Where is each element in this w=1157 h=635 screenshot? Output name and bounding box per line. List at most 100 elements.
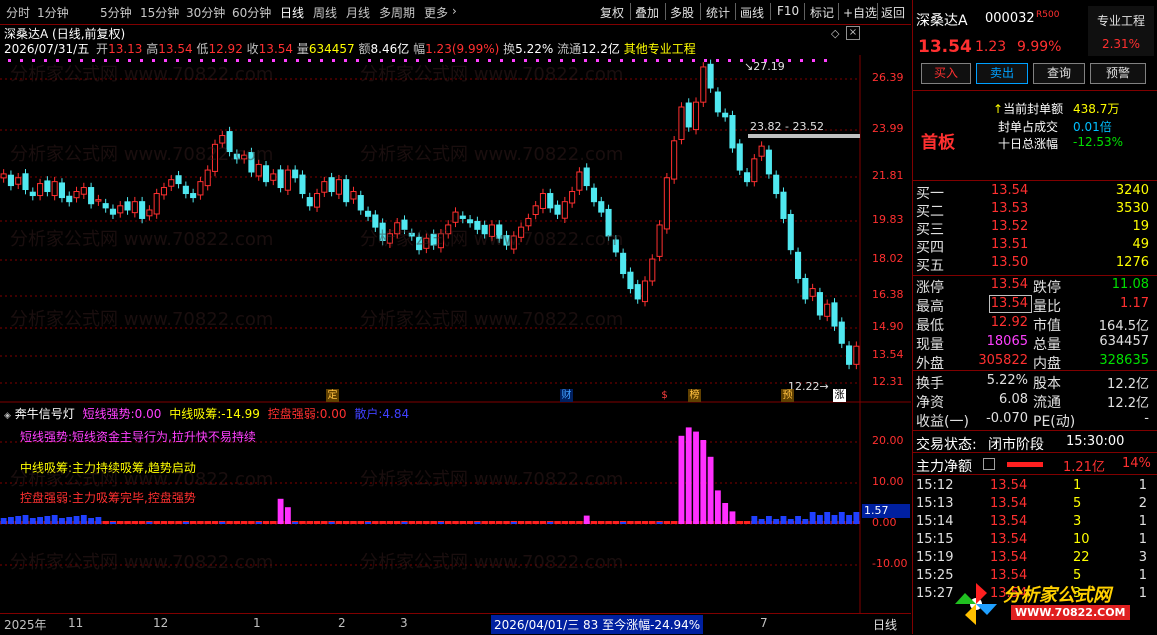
candle — [233, 149, 240, 164]
retail-bar — [0, 518, 7, 524]
multi-stock-button[interactable]: 多股 — [670, 4, 694, 21]
stat-label: 最低 — [916, 318, 944, 334]
period-tab-daily[interactable]: 日线 — [280, 4, 304, 21]
candle — [809, 283, 816, 302]
overlay-button[interactable]: 叠加 — [635, 4, 659, 21]
control-bar — [663, 521, 671, 524]
industry-box[interactable]: 专业工程 2.31% — [1088, 6, 1154, 56]
tick-row: 15:15 13.54 10 1 — [913, 532, 1153, 550]
order-volume: 3240 — [1115, 183, 1149, 198]
order-book-row[interactable]: 买四 13.51 49 — [913, 237, 1153, 256]
order-volume: 19 — [1132, 219, 1149, 234]
retail-bar — [780, 516, 787, 524]
retail-bar — [831, 515, 838, 524]
list-icon[interactable] — [983, 458, 995, 470]
back-button[interactable]: 返回 — [881, 4, 905, 21]
candle — [321, 176, 328, 198]
event-tag[interactable]: 预 — [781, 389, 794, 402]
event-tag[interactable]: 定 — [326, 389, 339, 402]
control-bar — [313, 521, 321, 524]
retail-bar — [146, 522, 153, 524]
period-tab-15min[interactable]: 15分钟 — [140, 4, 179, 21]
control-bar — [554, 521, 561, 524]
candle — [284, 165, 291, 196]
event-tag[interactable]: 财 — [560, 389, 573, 402]
close-icon[interactable]: × — [846, 26, 860, 40]
diamond-icon[interactable]: ◇ — [831, 27, 839, 40]
period-tab-5min[interactable]: 5分钟 — [100, 4, 132, 21]
stat-value: 5.22% — [986, 373, 1028, 388]
period-tab-fenshi[interactable]: 分时 — [6, 4, 30, 21]
control-bar — [197, 521, 204, 524]
retail-bar — [22, 515, 29, 524]
query-button[interactable]: 查询 — [1033, 63, 1085, 84]
candle — [365, 206, 372, 222]
candle — [211, 139, 219, 177]
add-watchlist-button[interactable]: +自选 — [843, 4, 877, 21]
stats-button[interactable]: 统计 — [706, 4, 730, 21]
control-bar — [495, 521, 503, 524]
period-tab-60min[interactable]: 60分钟 — [232, 4, 271, 21]
control-bar — [466, 521, 474, 524]
period-tab-1min[interactable]: 1分钟 — [37, 4, 69, 21]
retail-bar — [182, 522, 189, 524]
period-tab-weekly[interactable]: 周线 — [313, 4, 337, 21]
candle — [437, 228, 444, 253]
indicator-name[interactable]: 奔牛信号灯 — [15, 407, 75, 421]
order-book-row[interactable]: 买一 13.54 3240 — [913, 183, 1153, 202]
f10-button[interactable]: F10 — [777, 4, 799, 18]
mark-button[interactable]: 标记 — [810, 4, 834, 21]
order-book-row[interactable]: 买二 13.53 3530 — [913, 201, 1153, 220]
stat-value: 164.5亿 — [1098, 319, 1149, 334]
limit-tag: 首板 — [921, 133, 955, 153]
order-level-label: 买一 — [916, 186, 944, 202]
control-bar — [415, 521, 423, 524]
candle — [328, 172, 335, 197]
trade-time: 15:30:00 — [1066, 434, 1125, 449]
retail-bar — [656, 522, 663, 524]
retail-bar — [29, 518, 36, 524]
period-label[interactable]: 日线 — [873, 616, 897, 633]
event-tag[interactable]: 榜 — [688, 389, 701, 402]
adjust-button[interactable]: 复权 — [600, 4, 624, 21]
sell-button[interactable]: 卖出 — [976, 63, 1028, 84]
retail-bar — [765, 516, 772, 524]
candle — [692, 97, 700, 135]
main-flow-value: 1.21亿 — [1063, 460, 1105, 475]
main-flow-label[interactable]: 主力净额 — [916, 456, 972, 476]
period-tab-monthly[interactable]: 月线 — [346, 4, 370, 21]
order-book-row[interactable]: 买五 13.50 1276 — [913, 255, 1153, 274]
event-tag[interactable]: 涨 — [833, 389, 846, 402]
tick-volume: 10 — [1073, 532, 1090, 547]
stat-label: 市值 — [1033, 318, 1061, 334]
period-tab-more[interactable]: 更多 — [424, 4, 448, 21]
control-bar — [743, 521, 751, 524]
seal-amount-label: ↑当前封单额 — [993, 102, 1064, 116]
candle — [80, 182, 87, 200]
chevron-right-icon[interactable]: › — [452, 4, 457, 18]
price-axis-label: 12.31 — [872, 375, 904, 388]
candle — [313, 188, 321, 212]
draw-button[interactable]: 画线 — [740, 4, 764, 21]
event-tag[interactable]: $ — [659, 389, 670, 402]
alert-button[interactable]: 预警 — [1090, 63, 1146, 84]
tick-count: 1 — [1138, 478, 1147, 493]
kline-chart[interactable] — [0, 55, 911, 634]
retail-bar — [758, 519, 765, 524]
order-book-row[interactable]: 买三 13.52 19 — [913, 219, 1153, 238]
candle — [0, 169, 7, 183]
pinwheel-logo-icon — [955, 583, 997, 625]
timeline-bar: 2025年 11 12 1 2 3 2026/04/01/三 83 至今涨幅-2… — [0, 613, 911, 635]
candle — [146, 205, 153, 221]
control-bar — [627, 521, 634, 524]
control-bar — [299, 521, 306, 524]
tick-count: 1 — [1138, 532, 1147, 547]
candle — [751, 154, 758, 187]
candle — [620, 248, 627, 279]
period-tab-multi[interactable]: 多周期 — [379, 4, 415, 21]
control-bar — [605, 521, 612, 524]
control-bar — [167, 521, 175, 524]
buy-button[interactable]: 买入 — [921, 63, 971, 84]
period-tab-30min[interactable]: 30分钟 — [186, 4, 225, 21]
control-bar — [160, 521, 168, 524]
